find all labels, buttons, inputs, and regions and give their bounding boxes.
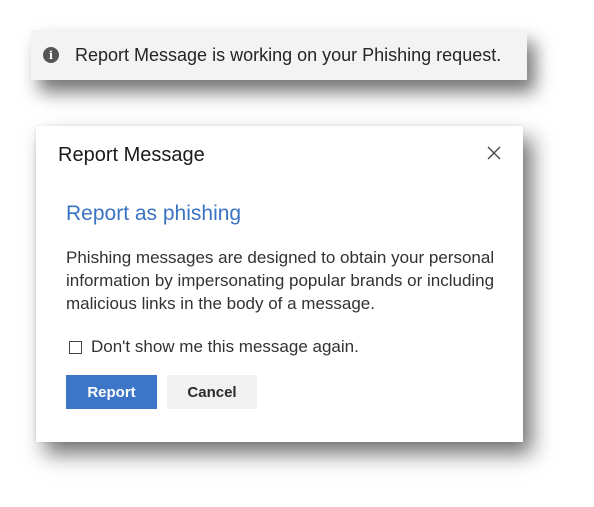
close-icon <box>487 146 501 160</box>
dialog-heading: Report as phishing <box>66 202 242 225</box>
notification-bar: i Report Message is working on your Phis… <box>31 30 527 80</box>
dont-show-again-row[interactable]: Don't show me this message again. <box>69 337 359 357</box>
report-button[interactable]: Report <box>66 375 157 409</box>
dialog-title: Report Message <box>58 144 205 166</box>
dont-show-again-label: Don't show me this message again. <box>91 337 359 356</box>
info-icon: i <box>43 47 59 63</box>
screenshot-stage: i Report Message is working on your Phis… <box>0 0 594 507</box>
report-message-dialog: Report Message Report as phishing Phishi… <box>36 126 523 442</box>
close-button[interactable] <box>483 142 505 164</box>
dont-show-again-checkbox[interactable] <box>69 340 82 354</box>
dialog-body-text: Phishing messages are designed to obtain… <box>66 248 495 313</box>
cancel-button[interactable]: Cancel <box>167 375 257 409</box>
notification-text: Report Message is working on your Phishi… <box>75 44 502 65</box>
